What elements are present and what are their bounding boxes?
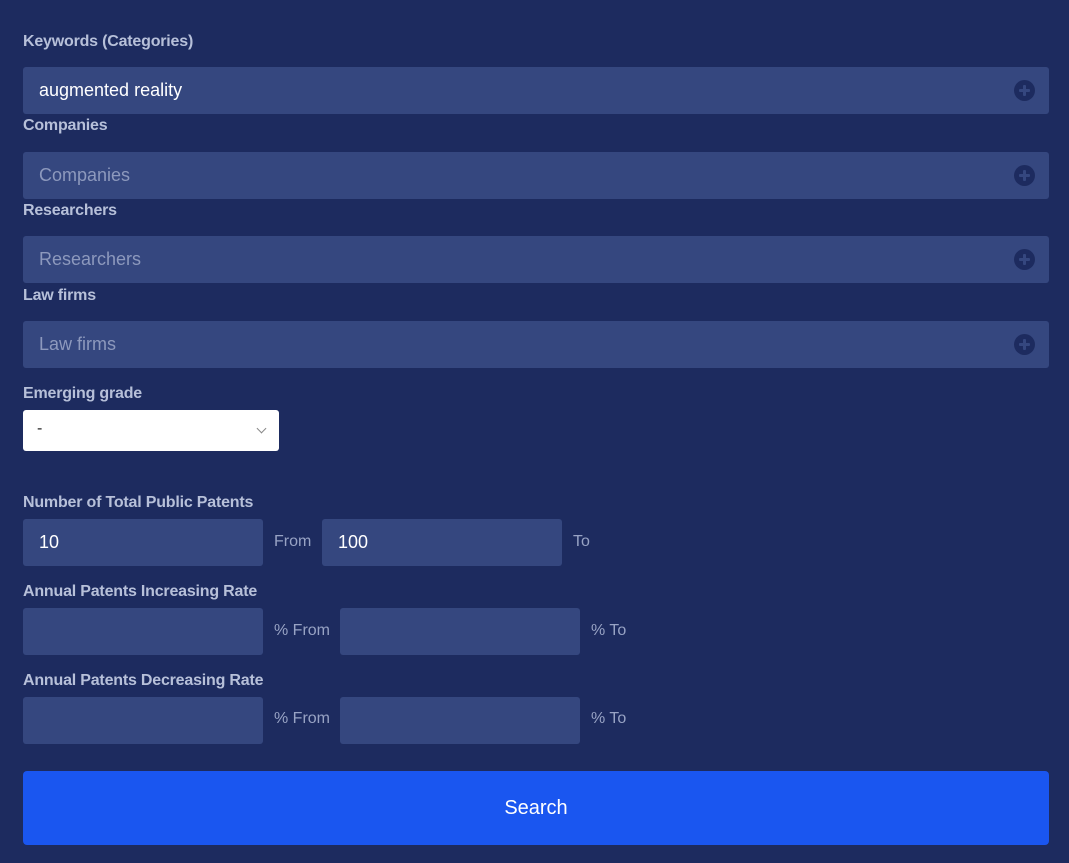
add-law-firm-plus-icon[interactable]	[1014, 334, 1035, 355]
researchers-input[interactable]	[23, 236, 1003, 283]
decreasing-rate-to-box[interactable]	[340, 697, 580, 744]
law-firms-label: Law firms	[23, 287, 96, 304]
increasing-rate-from-box[interactable]	[23, 608, 263, 655]
companies-input[interactable]	[23, 152, 1003, 199]
increasing-rate-label: Annual Patents Increasing Rate	[23, 583, 258, 600]
companies-label: Companies	[23, 117, 108, 134]
total-patents-label: Number of Total Public Patents	[23, 494, 254, 511]
add-company-plus-icon[interactable]	[1014, 165, 1035, 186]
keywords-input[interactable]	[23, 67, 1003, 114]
total-patents-to-input[interactable]	[322, 519, 562, 566]
increasing-rate-from-input[interactable]	[23, 608, 263, 655]
researchers-field[interactable]	[23, 236, 1049, 283]
researchers-label: Researchers	[23, 202, 117, 219]
emerging-grade-selected-value: -	[37, 420, 43, 437]
decreasing-rate-from-input[interactable]	[23, 697, 263, 744]
chevron-down-icon	[256, 423, 267, 434]
decreasing-rate-label: Annual Patents Decreasing Rate	[23, 672, 264, 689]
emerging-grade-select[interactable]: -	[23, 410, 279, 451]
decreasing-rate-to-input[interactable]	[340, 697, 580, 744]
add-keyword-plus-icon[interactable]	[1014, 80, 1035, 101]
increasing-rate-to-unit: % To	[591, 622, 627, 639]
companies-field[interactable]	[23, 152, 1049, 199]
add-researcher-plus-icon[interactable]	[1014, 249, 1035, 270]
law-firms-input[interactable]	[23, 321, 1003, 368]
total-patents-from-input[interactable]	[23, 519, 263, 566]
emerging-grade-label: Emerging grade	[23, 385, 143, 402]
search-button[interactable]: Search	[23, 771, 1049, 845]
increasing-rate-to-box[interactable]	[340, 608, 580, 655]
total-patents-to-unit: To	[573, 533, 590, 550]
total-patents-to-box[interactable]	[322, 519, 562, 566]
keywords-field[interactable]	[23, 67, 1049, 114]
keywords-label: Keywords (Categories)	[23, 33, 194, 50]
law-firms-field[interactable]	[23, 321, 1049, 368]
increasing-rate-to-input[interactable]	[340, 608, 580, 655]
increasing-rate-from-unit: % From	[274, 622, 330, 639]
total-patents-from-box[interactable]	[23, 519, 263, 566]
decreasing-rate-from-box[interactable]	[23, 697, 263, 744]
decreasing-rate-to-unit: % To	[591, 710, 627, 727]
total-patents-from-unit: From	[274, 533, 312, 550]
decreasing-rate-from-unit: % From	[274, 710, 330, 727]
